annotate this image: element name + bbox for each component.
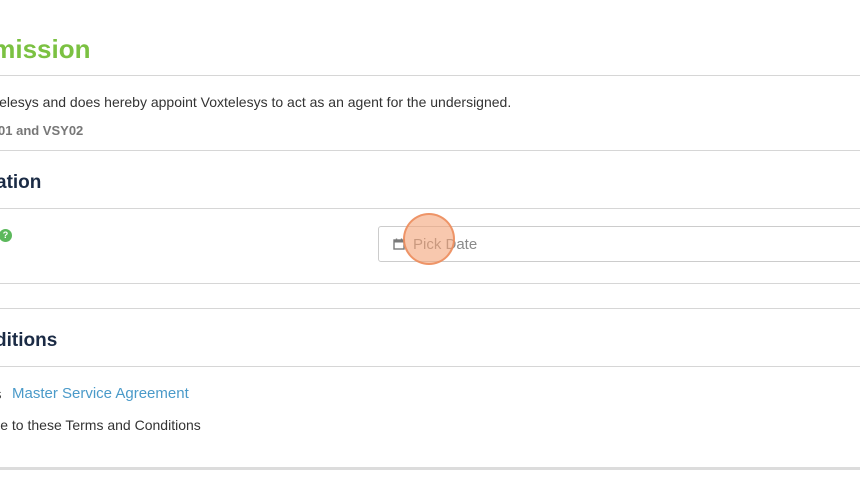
agree-terms-label[interactable]: gree to these Terms and Conditions [0, 417, 201, 433]
divider [0, 308, 860, 309]
msa-prefix-text: s [0, 386, 2, 404]
date-input[interactable] [413, 227, 853, 261]
page: submission o move their numbers to Voxte… [0, 0, 860, 481]
divider [0, 75, 860, 76]
page-title: submission [0, 34, 91, 64]
footer-divider [0, 467, 860, 470]
terms-heading: ditions [0, 330, 58, 351]
divider [0, 366, 860, 367]
divider [0, 150, 860, 151]
vsy-note: VSY01 and VSY02 [0, 123, 84, 138]
calendar-icon [393, 238, 405, 250]
divider [0, 283, 860, 284]
help-question-icon[interactable]: ? [0, 229, 12, 242]
date-picker-field[interactable] [378, 226, 860, 262]
intro-text: o move their numbers to Voxtelesys and d… [0, 94, 512, 110]
authorization-heading: ation [0, 172, 42, 193]
master-service-agreement-link[interactable]: Master Service Agreement [12, 385, 189, 403]
divider [0, 208, 860, 209]
